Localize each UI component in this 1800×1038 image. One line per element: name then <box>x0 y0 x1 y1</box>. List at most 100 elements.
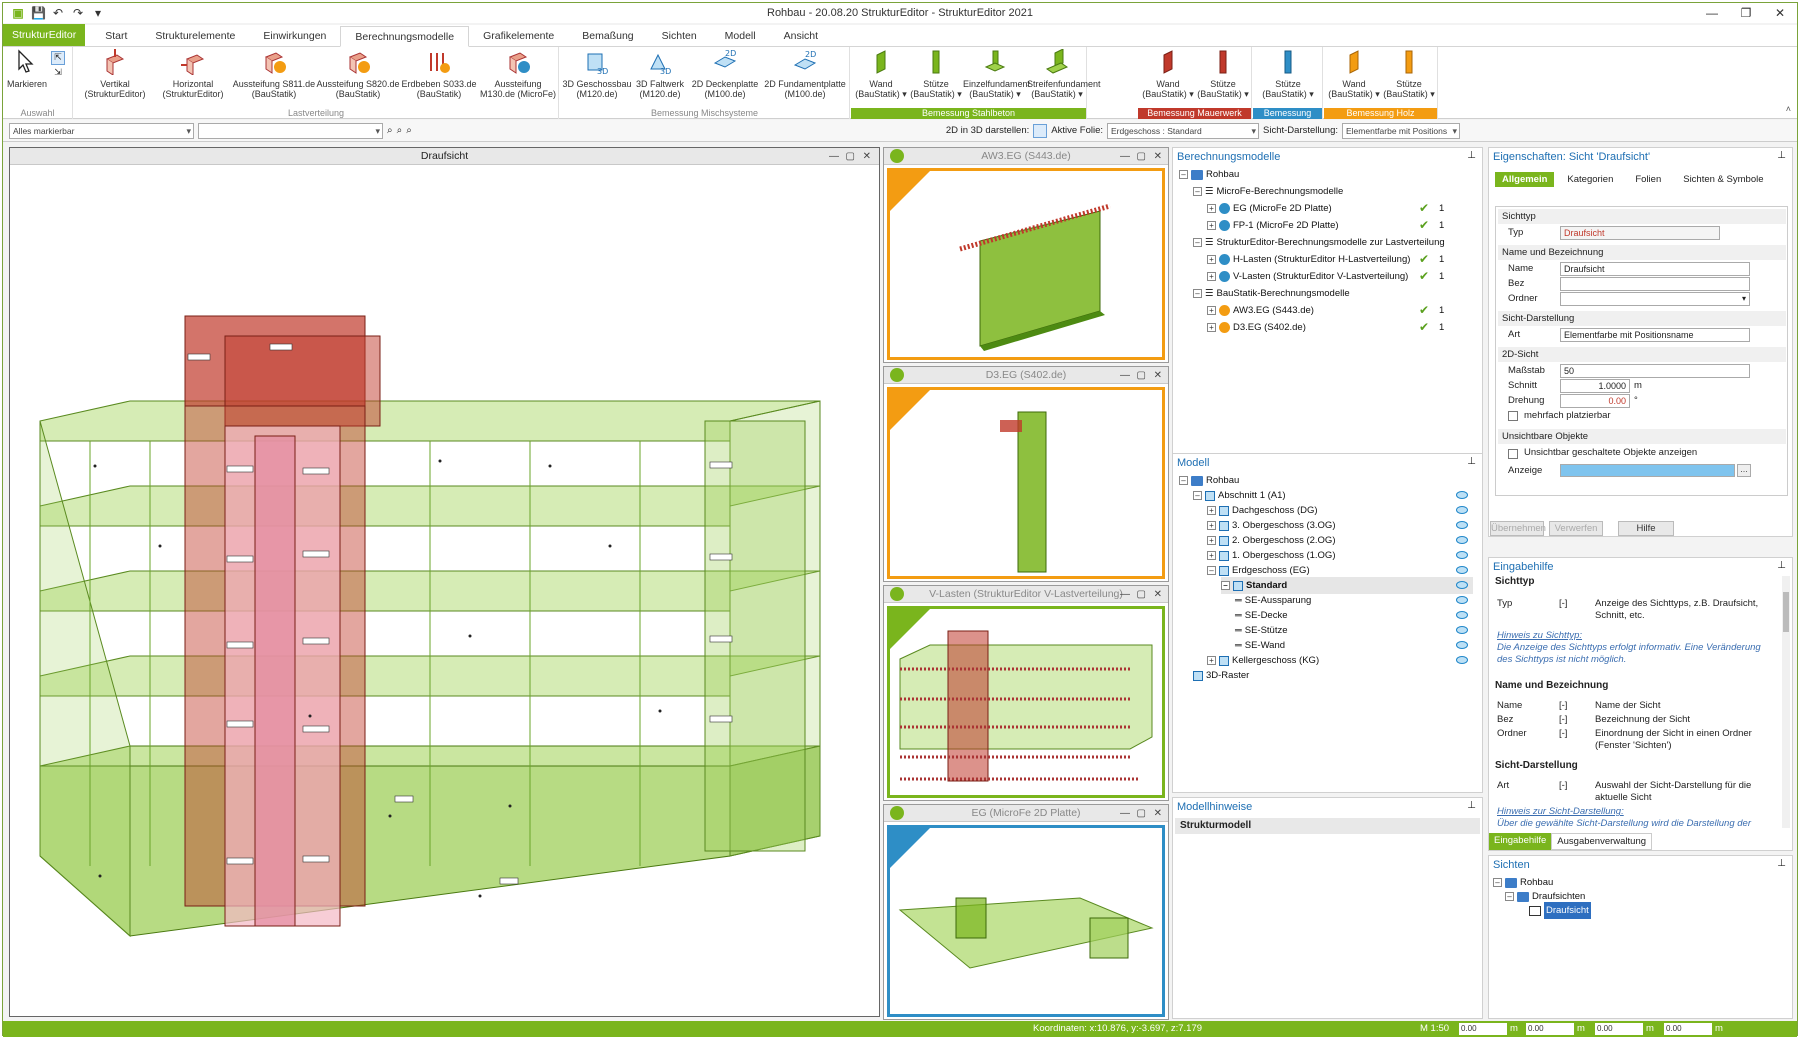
geschossbau-3d-button[interactable]: 3D 3D Geschossbau (M120.de) <box>562 49 632 99</box>
visibility-eye-icon[interactable] <box>1456 491 1468 499</box>
maximize-button[interactable]: ❐ <box>1729 3 1763 23</box>
bm-tree-row[interactable]: – ☰ BauStatik-Berechnungsmodelle <box>1193 285 1350 302</box>
tab-einwirkungen[interactable]: Einwirkungen <box>249 26 340 46</box>
tab-start[interactable]: Start <box>91 26 141 46</box>
eingabehilfe-pin-icon[interactable]: ⊥ <box>1777 560 1786 571</box>
tab-folien[interactable]: Folien <box>1626 172 1670 187</box>
expand-icon[interactable]: + <box>1207 221 1216 230</box>
mini-view-1-maximize-icon[interactable]: ▢ <box>1137 148 1146 165</box>
mini-view-4-minimize-icon[interactable]: — <box>1120 805 1130 822</box>
visibility-eye-icon[interactable] <box>1456 581 1468 589</box>
anzeige-color-field[interactable] <box>1560 464 1735 477</box>
fundamentplatte-2d-button[interactable]: 2D 2D Fundamentplatte (M100.de) <box>762 49 848 99</box>
binoculars-icon[interactable]: ⌕ <box>387 125 393 136</box>
bm-tree-row[interactable]: – Rohbau <box>1179 166 1239 183</box>
modellhinweise-pin-icon[interactable]: ⊥ <box>1467 800 1476 811</box>
stahl-stuetze-button[interactable]: Stütze (BauStatik) ▾ <box>1259 49 1317 99</box>
drehung-field[interactable]: 0.00 <box>1560 394 1630 408</box>
visibility-eye-icon[interactable] <box>1456 611 1468 619</box>
aussteifung-s820-button[interactable]: Aussteifung S820.de (BauStatik) <box>316 49 400 99</box>
selection-filter-combo[interactable]: Alles markierbar <box>9 122 194 139</box>
scrollbar-thumb[interactable] <box>1783 592 1789 632</box>
tab-grafikelemente[interactable]: Grafikelemente <box>469 26 568 46</box>
aussteifung-s811-button[interactable]: Aussteifung S811.de (BauStatik) <box>232 49 316 99</box>
expand-icon[interactable]: + <box>1207 506 1216 515</box>
bm-tree-row[interactable]: + D3.EG (S402.de) <box>1207 319 1306 336</box>
pin-icon[interactable]: ⊥ <box>1467 150 1476 161</box>
stahlbeton-wand-button[interactable]: Wand (BauStatik) ▾ <box>853 49 909 99</box>
lastverteilung-horizontal-button[interactable]: Horizontal (StrukturEditor) <box>154 49 232 99</box>
binoculars-prev-icon[interactable]: ⌕ <box>397 125 403 136</box>
mini-view-3-maximize-icon[interactable]: ▢ <box>1137 586 1146 603</box>
tab-strukturelemente[interactable]: Strukturelemente <box>141 26 249 46</box>
bm-tree-row[interactable]: + H-Lasten (StrukturEditor H-Lastverteilu… <box>1207 251 1410 268</box>
mini-view-1-close-icon[interactable]: ✕ <box>1154 148 1162 165</box>
mini-view-2-minimize-icon[interactable]: — <box>1120 367 1130 384</box>
undo-icon[interactable]: ↶ <box>51 6 65 20</box>
bm-tree-row[interactable]: + EG (MicroFe 2D Platte) <box>1207 200 1332 217</box>
mini-view-2-maximize-icon[interactable]: ▢ <box>1137 367 1146 384</box>
deckenplatte-2d-button[interactable]: 2D 2D Deckenplatte (M100.de) <box>688 49 762 99</box>
collapse-icon[interactable]: – <box>1193 238 1202 247</box>
art-combo[interactable]: Elementfarbe mit Positionsname <box>1560 328 1750 342</box>
sichten-row-draufsicht[interactable]: Draufsicht <box>1529 902 1591 919</box>
visibility-eye-icon[interactable] <box>1456 506 1468 514</box>
expand-icon[interactable]: + <box>1207 551 1216 560</box>
tab-sichten[interactable]: Sichten <box>648 26 711 46</box>
bm-tree-row[interactable]: – ☰ StrukturEditor-Berechnungsmodelle zur … <box>1193 234 1445 251</box>
tab-strukturEditor[interactable]: StrukturEditor <box>3 24 86 46</box>
visibility-eye-icon[interactable] <box>1456 656 1468 664</box>
mini-view-2-close-icon[interactable]: ✕ <box>1154 367 1162 384</box>
checked-icon[interactable]: ✔ <box>1419 201 1429 215</box>
mini-view-1-minimize-icon[interactable]: — <box>1120 148 1130 165</box>
holz-wand-button[interactable]: Wand (BauStatik) ▾ <box>1326 49 1382 99</box>
eingabehilfe-scrollbar[interactable] <box>1782 576 1790 828</box>
collapse-icon[interactable]: – <box>1207 566 1216 575</box>
checked-icon[interactable]: ✔ <box>1419 303 1429 317</box>
checked-icon[interactable]: ✔ <box>1419 269 1429 283</box>
select-mode-icon[interactable]: ⇱ <box>51 51 65 65</box>
close-view-icon[interactable]: ✕ <box>863 148 871 165</box>
checked-icon[interactable]: ✔ <box>1419 218 1429 232</box>
eigenschaften-pin-icon[interactable]: ⊥ <box>1777 150 1786 161</box>
checked-icon[interactable]: ✔ <box>1419 252 1429 266</box>
mehrfach-checkbox[interactable] <box>1508 411 1518 421</box>
select-mode2-icon[interactable]: ⇲ <box>51 67 65 81</box>
customize-icon[interactable]: ▾ <box>91 6 105 20</box>
ordner-combo[interactable]: ▾ <box>1560 292 1750 306</box>
erdbeben-s033-button[interactable]: Erdbeben S033.de (BauStatik) <box>400 49 478 99</box>
tab-allgemein[interactable]: Allgemein <box>1495 172 1555 187</box>
schnitt-field[interactable]: 1.0000 <box>1560 379 1630 393</box>
collapse-icon[interactable]: – <box>1193 491 1202 500</box>
expand-icon[interactable]: + <box>1207 536 1216 545</box>
close-button[interactable]: ✕ <box>1763 3 1797 23</box>
expand-icon[interactable]: + <box>1207 306 1216 315</box>
tab-bemassung[interactable]: Bemaßung <box>568 26 647 46</box>
tab-eingabehilfe[interactable]: Eingabehilfe <box>1489 833 1552 850</box>
holz-stuetze-button[interactable]: Stütze (BauStatik) ▾ <box>1382 49 1436 99</box>
visibility-eye-icon[interactable] <box>1456 626 1468 634</box>
tab-kategorien[interactable]: Kategorien <box>1558 172 1622 187</box>
status-field-4[interactable]: 0.00 <box>1664 1023 1712 1035</box>
expand-icon[interactable]: + <box>1207 204 1216 213</box>
modell-tree-row[interactable]: 3D-Raster <box>1193 667 1249 684</box>
expand-icon[interactable]: + <box>1207 323 1216 332</box>
collapse-icon[interactable]: – <box>1221 581 1230 590</box>
aussteifung-m130-button[interactable]: Aussteifung M130.de (MicroFe) <box>478 49 558 99</box>
tab-ausgabenverwaltung[interactable]: Ausgabenverwaltung <box>1551 833 1653 850</box>
mini-view-4-close-icon[interactable]: ✕ <box>1154 805 1162 822</box>
status-field-2[interactable]: 0.00 <box>1526 1023 1574 1035</box>
collapse-icon[interactable]: – <box>1493 878 1502 887</box>
expand-icon[interactable]: + <box>1207 656 1216 665</box>
mauerwerk-wand-button[interactable]: Wand (BauStatik) ▾ <box>1140 49 1196 99</box>
einzelfundament-button[interactable]: Einzelfundament (BauStatik) ▾ <box>963 49 1030 99</box>
collapse-icon[interactable]: – <box>1193 289 1202 298</box>
expand-icon[interactable]: + <box>1207 521 1216 530</box>
unsichtbar-checkbox[interactable] <box>1508 449 1518 459</box>
visibility-eye-icon[interactable] <box>1456 641 1468 649</box>
view-mode-combo[interactable]: Elementfarbe mit Positions <box>1342 122 1460 139</box>
status-field-1[interactable]: 0.00 <box>1459 1023 1507 1035</box>
collapse-icon[interactable]: – <box>1505 892 1514 901</box>
tab-sichten-symbole[interactable]: Sichten & Symbole <box>1674 172 1772 187</box>
hilfe-button[interactable]: Hilfe <box>1618 521 1674 536</box>
